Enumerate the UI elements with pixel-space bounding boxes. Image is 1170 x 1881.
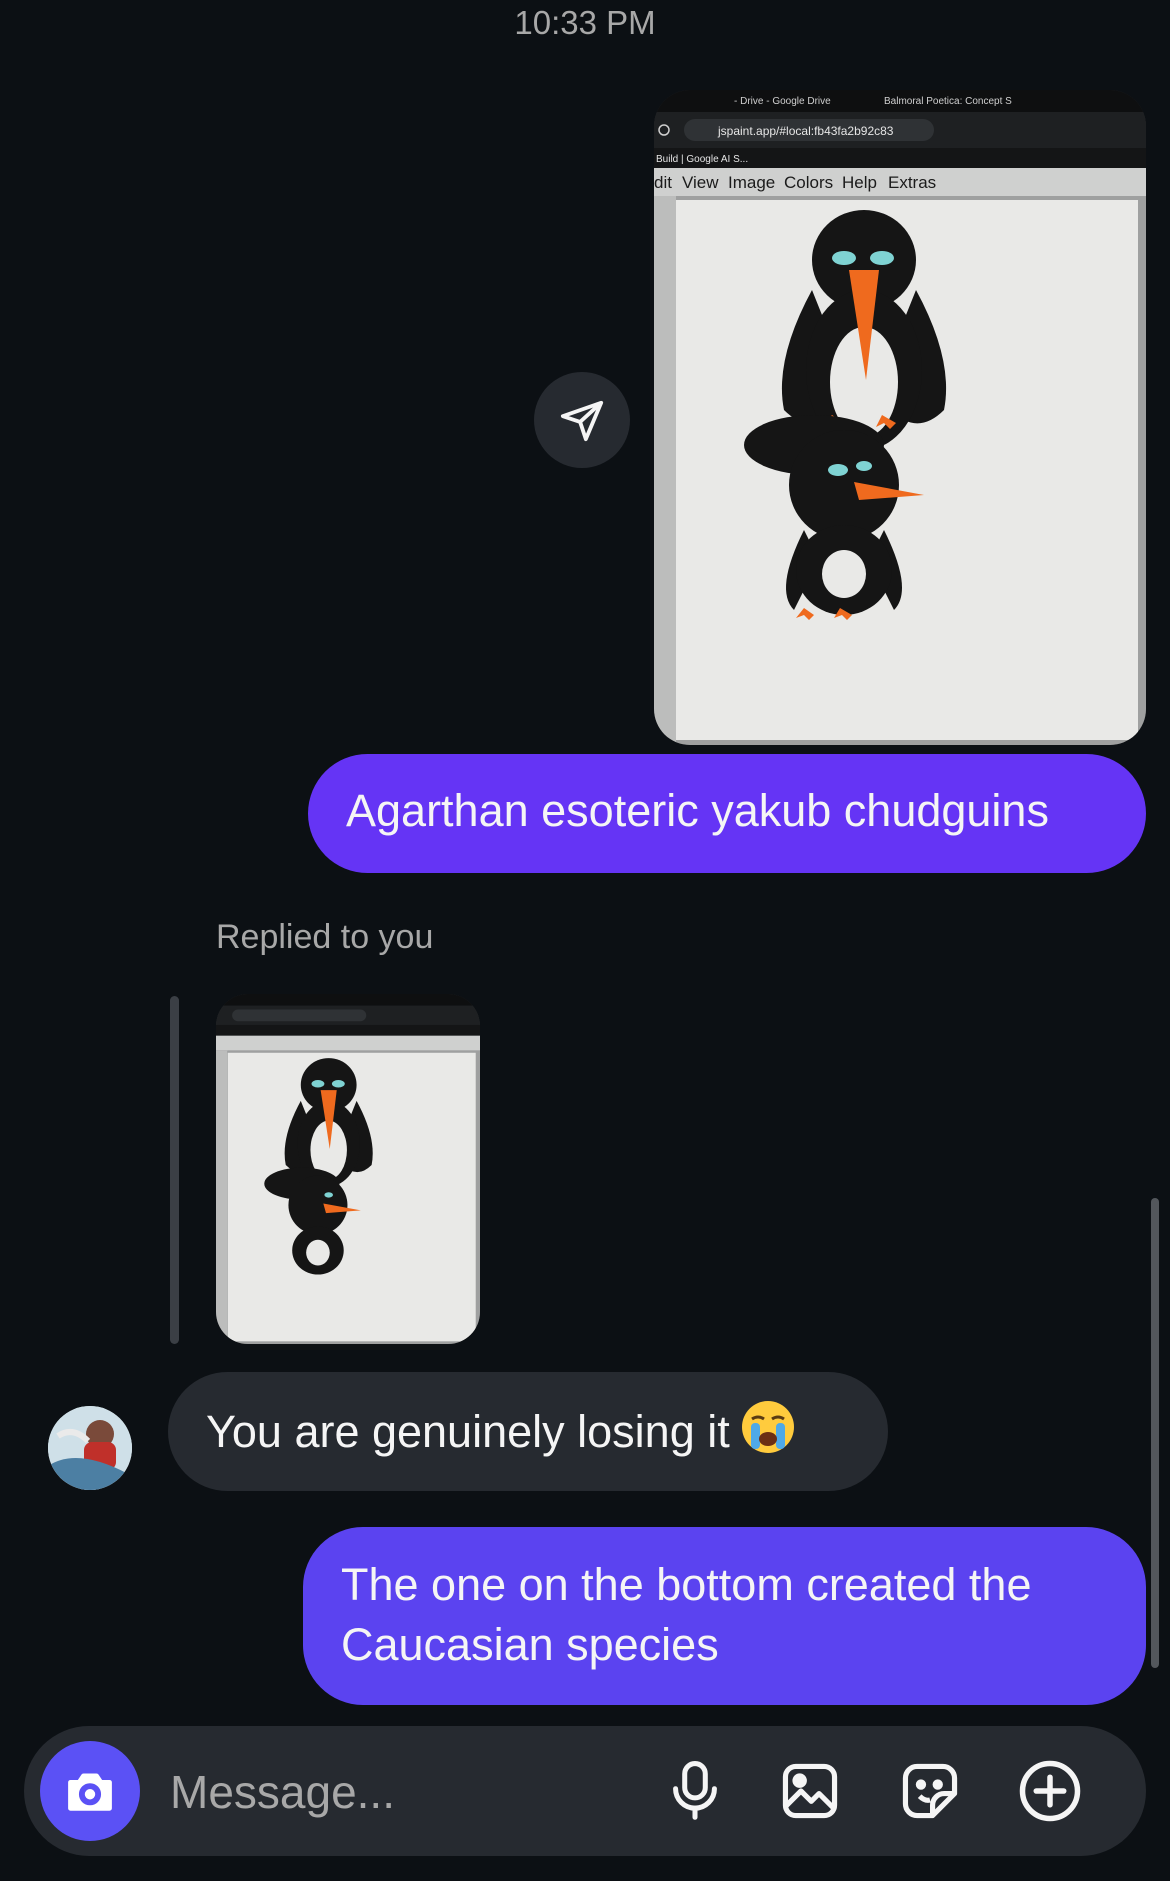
sticker-button[interactable]: [890, 1751, 970, 1831]
browser-tab-1: - Drive - Google Drive: [734, 96, 831, 107]
replied-photo-thumbnail[interactable]: [216, 994, 480, 1344]
reply-label: Replied to you: [216, 918, 434, 956]
menu-edit: dit: [654, 173, 672, 192]
paper-plane-icon: [560, 400, 604, 442]
message-input[interactable]: [168, 1756, 642, 1828]
camera-button[interactable]: [40, 1741, 140, 1841]
url-text: jspaint.app/#local:fb43fa2b92c83: [717, 124, 894, 138]
sent-photo[interactable]: - Drive - Google Drive Balmoral Poetica:…: [654, 90, 1146, 745]
received-message-text: You are genuinely losing it: [206, 1406, 730, 1457]
microphone-button[interactable]: [655, 1751, 735, 1831]
sent-message-bubble-2[interactable]: The one on the bottom created the Caucas…: [303, 1527, 1146, 1705]
received-message-bubble[interactable]: You are genuinely losing it: [168, 1372, 888, 1491]
reply-indicator-bar: [170, 996, 179, 1344]
browser-tab-2: Balmoral Poetica: Concept S: [884, 96, 1012, 107]
more-button[interactable]: [1010, 1751, 1090, 1831]
menu-colors: Colors: [784, 173, 833, 192]
sent-message-line-1: The one on the bottom created the: [341, 1559, 1032, 1610]
plus-circle-icon: [1019, 1760, 1081, 1822]
microphone-icon: [673, 1761, 717, 1820]
timestamp: 10:33 PM: [514, 4, 656, 41]
gallery-button[interactable]: [770, 1751, 850, 1831]
camera-icon: [68, 1773, 112, 1811]
avatar[interactable]: [48, 1406, 132, 1490]
loudly-crying-face-icon: [741, 1401, 794, 1453]
bookmark-text: Build | Google AI S...: [656, 154, 748, 165]
sent-message-line-2: Caucasian species: [341, 1619, 719, 1670]
sticker-icon: [902, 1763, 958, 1819]
menu-view: View: [682, 173, 719, 192]
menu-help: Help: [842, 173, 877, 192]
menu-image: Image: [728, 173, 775, 192]
scrollbar[interactable]: [1151, 1198, 1159, 1668]
share-button[interactable]: [534, 372, 630, 468]
gallery-icon: [782, 1763, 838, 1819]
menu-extras: Extras: [888, 173, 936, 192]
sent-message-bubble[interactable]: Agarthan esoteric yakub chudguins: [308, 754, 1146, 873]
